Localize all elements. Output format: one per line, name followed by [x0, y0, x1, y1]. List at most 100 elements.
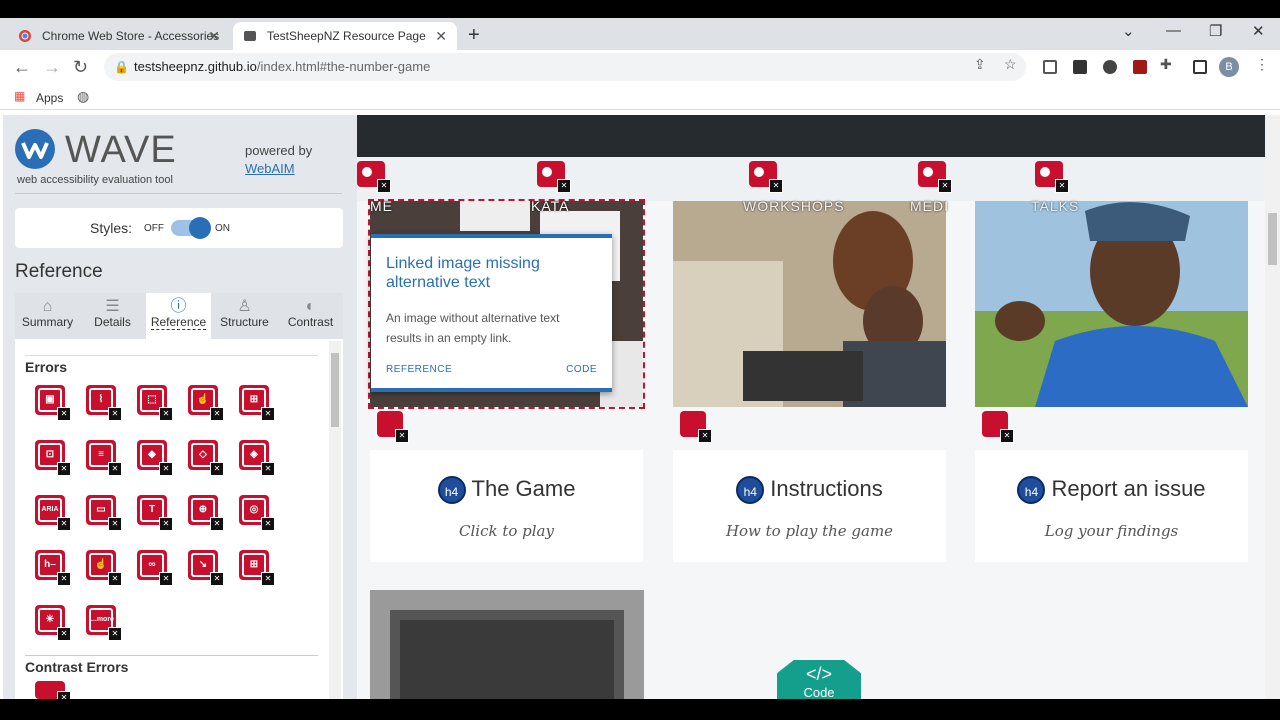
- wave-link-error-icon[interactable]: [918, 161, 952, 193]
- extension-circle-icon[interactable]: [1103, 60, 1117, 74]
- code-toggle-button[interactable]: </> Code: [777, 660, 861, 699]
- error-type-icon[interactable]: ⌇: [86, 385, 122, 421]
- tab-details[interactable]: ☰ Details: [80, 293, 145, 339]
- ublock-shield-icon[interactable]: [1133, 60, 1147, 74]
- card-heading: h4 Report an issue: [975, 476, 1248, 505]
- wave-image-error-icon[interactable]: [377, 411, 409, 443]
- close-window-icon[interactable]: ✕: [1252, 22, 1265, 40]
- nav-item-media[interactable]: MEDI: [910, 198, 949, 214]
- tab-testsheepnz[interactable]: TestSheepNZ Resource Page ✕: [233, 22, 457, 50]
- page-scrollbar-thumb[interactable]: [1268, 213, 1277, 265]
- card-instructions[interactable]: h4 Instructions How to play the game: [673, 450, 946, 562]
- wave-link-error-icon[interactable]: [357, 161, 391, 193]
- error-glyph: ▭: [89, 498, 113, 522]
- h4-badge-icon: h4: [736, 476, 765, 505]
- nav-item-kata[interactable]: KATA: [531, 198, 570, 214]
- new-tab-icon[interactable]: +: [468, 24, 480, 47]
- restore-icon[interactable]: ❐: [1209, 22, 1222, 40]
- error-type-icon[interactable]: ◆: [137, 440, 173, 476]
- chrome-store-favicon-icon: [19, 30, 31, 42]
- tooltip-description: An image without alternative text result…: [386, 311, 560, 345]
- error-type-icon[interactable]: ◎: [239, 495, 275, 531]
- wave-link-error-icon[interactable]: [749, 161, 783, 193]
- error-type-icon[interactable]: h–: [35, 550, 71, 586]
- error-type-icon[interactable]: ⊞: [239, 385, 275, 421]
- wave-image-error-icon[interactable]: [982, 411, 1014, 443]
- error-type-icon[interactable]: ◇: [188, 440, 224, 476]
- error-type-icon[interactable]: ⊞: [239, 550, 275, 586]
- wave-sidebar: WAVE web accessibility evaluation tool p…: [3, 115, 357, 699]
- error-type-icon[interactable]: ◈: [239, 440, 275, 476]
- tab-reference[interactable]: ⓘ Reference: [146, 293, 211, 339]
- error-type-icon[interactable]: ⬚: [137, 385, 173, 421]
- card-the-game[interactable]: h4 The Game Click to play: [370, 450, 643, 562]
- address-bar[interactable]: 🔒 testsheepnz.github.io/index.html#the-n…: [104, 53, 1026, 81]
- forward-arrow-icon[interactable]: →: [43, 57, 61, 78]
- wave-image-error-icon[interactable]: [680, 411, 712, 443]
- wave-link-error-icon[interactable]: [1035, 161, 1069, 193]
- menu-kebab-icon[interactable]: ⋮: [1255, 56, 1269, 73]
- sidebar-panel-icon[interactable]: [1193, 60, 1207, 74]
- minimize-icon[interactable]: —: [1166, 22, 1181, 39]
- bookmarks-bar: ▦ Apps ◍: [0, 84, 1280, 110]
- error-glyph: ∞: [140, 553, 164, 577]
- nav-item-workshops[interactable]: WORKSHOPS: [743, 198, 845, 214]
- error-type-icon[interactable]: ARIA: [35, 495, 71, 531]
- error-type-icon[interactable]: ≡: [86, 440, 122, 476]
- apps-grid-icon[interactable]: ▦: [14, 89, 25, 103]
- tab-search-chevron-icon[interactable]: ⌄: [1122, 22, 1135, 40]
- error-type-icon[interactable]: ▣: [35, 385, 71, 421]
- students-at-computer-image[interactable]: [673, 201, 946, 407]
- close-tab-icon[interactable]: ✕: [208, 28, 220, 45]
- back-arrow-icon[interactable]: ←: [13, 57, 31, 78]
- styles-on-label: ON: [215, 223, 230, 234]
- contrast-error-icon[interactable]: [35, 681, 71, 699]
- error-type-icon[interactable]: ⊡: [35, 440, 71, 476]
- extension-doc-icon[interactable]: [1043, 60, 1057, 74]
- error-type-icon[interactable]: ☝: [86, 550, 122, 586]
- error-type-icon[interactable]: ∞: [137, 550, 173, 586]
- puzzle-extensions-icon[interactable]: ✚: [1160, 56, 1172, 73]
- error-glyph: ◈: [242, 443, 266, 467]
- tooltip-reference-link[interactable]: REFERENCE: [386, 364, 452, 375]
- wave-link-error-icon[interactable]: [537, 161, 571, 193]
- panel-scrollbar-thumb[interactable]: [331, 353, 339, 427]
- reload-icon[interactable]: ↻: [73, 57, 88, 78]
- webaim-link[interactable]: WebAIM: [245, 161, 295, 176]
- error-type-icon[interactable]: ▭: [86, 495, 122, 531]
- globe-bookmark-icon[interactable]: ◍: [77, 88, 89, 105]
- coach-whistle-image[interactable]: [975, 201, 1248, 407]
- tooltip-code-link[interactable]: CODE: [566, 364, 597, 375]
- error-type-icon[interactable]: ↘: [188, 550, 224, 586]
- bookmark-star-icon[interactable]: ☆: [1004, 56, 1017, 73]
- url-path: /index.html#the-number-game: [256, 59, 431, 74]
- laptop-keyboard-image[interactable]: [370, 590, 644, 699]
- card-report-issue[interactable]: h4 Report an issue Log your findings: [975, 450, 1248, 562]
- error-type-icon[interactable]: ✳: [35, 605, 71, 641]
- close-tab-icon[interactable]: ✕: [435, 28, 447, 45]
- error-type-icon[interactable]: ...more: [86, 605, 122, 641]
- styles-label: Styles:: [90, 220, 133, 236]
- page-scrollbar[interactable]: [1265, 115, 1280, 699]
- card-heading: h4 Instructions: [673, 476, 946, 505]
- tab-structure[interactable]: ♙ Structure: [212, 293, 277, 339]
- tab-chrome-web-store[interactable]: Chrome Web Store - Accessories ✕: [8, 22, 230, 50]
- extension-x-icon[interactable]: [1073, 60, 1087, 74]
- error-type-icon[interactable]: ☝: [188, 385, 224, 421]
- apps-bookmark[interactable]: Apps: [36, 91, 63, 105]
- share-icon[interactable]: ⇪: [974, 56, 986, 73]
- error-type-icon[interactable]: ⊕: [188, 495, 224, 531]
- nav-item-talks[interactable]: TALKS: [1031, 198, 1079, 214]
- tab-summary[interactable]: ⌂ Summary: [15, 293, 80, 339]
- nav-item-home[interactable]: ME: [370, 198, 393, 214]
- contrast-icon: ◐: [305, 298, 316, 315]
- profile-avatar[interactable]: B: [1219, 57, 1239, 77]
- styles-toggle-knob[interactable]: [189, 217, 211, 239]
- reference-panel: Errors ▣⌇⬚☝⊞⊡≡◆◇◈ARIA▭T⊕◎h–☝∞↘⊞✳...more …: [15, 339, 343, 699]
- tab-contrast[interactable]: ◐ Contrast: [278, 293, 343, 339]
- browser-window: Chrome Web Store - Accessories ✕ TestShe…: [0, 18, 1280, 699]
- error-type-icon[interactable]: T: [137, 495, 173, 531]
- error-glyph: h–: [38, 553, 62, 577]
- error-glyph: ⊞: [242, 388, 266, 412]
- lock-icon: 🔒: [114, 60, 129, 74]
